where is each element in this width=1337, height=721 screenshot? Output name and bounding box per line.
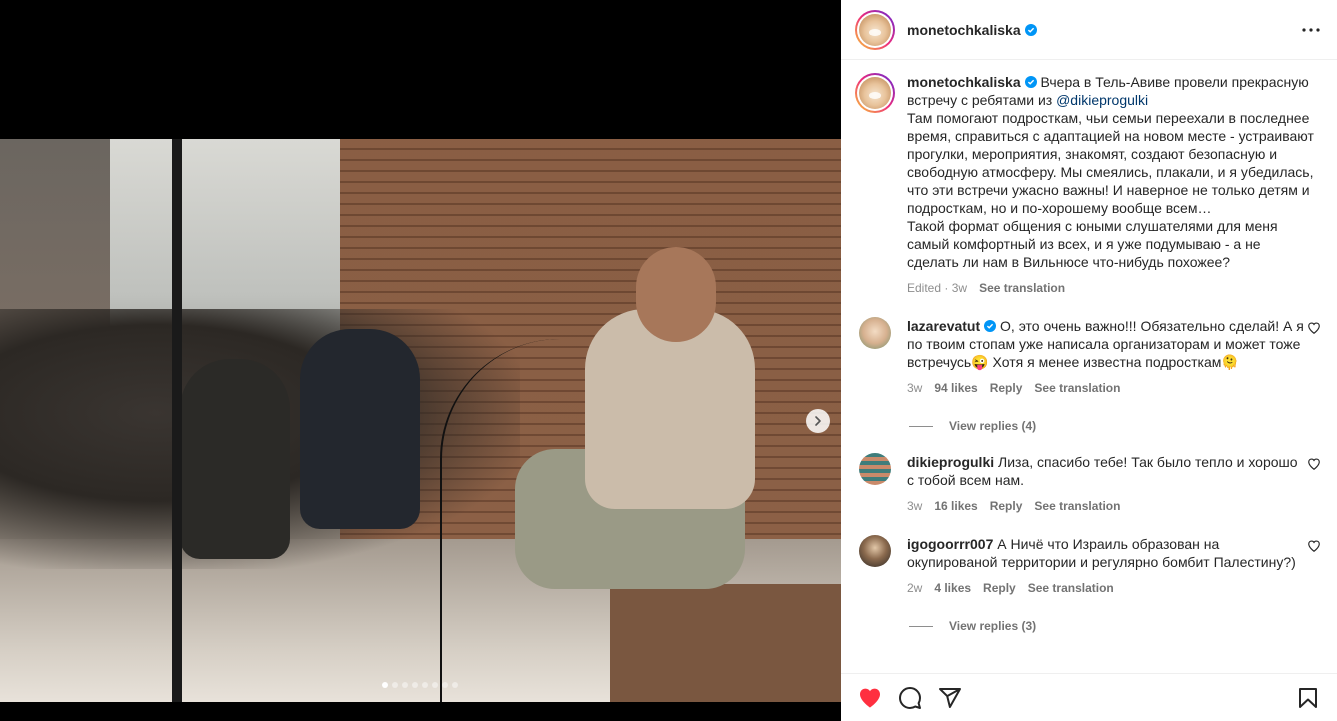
comment-body: dikieprogulki Лиза, спасибо тебе! Так бы…: [907, 453, 1307, 515]
author-avatar[interactable]: [855, 73, 895, 113]
carousel-dot: [422, 682, 428, 688]
carousel-dot: [432, 682, 438, 688]
view-replies-button[interactable]: View replies (3): [909, 619, 1321, 633]
photo-bench: [610, 584, 841, 702]
carousel-dot: [382, 682, 388, 688]
carousel-dot: [392, 682, 398, 688]
post-side-panel: monetochkaliska monetochkaliska Вчера в …: [841, 0, 1337, 721]
carousel-dot: [402, 682, 408, 688]
media-pane: [0, 0, 841, 721]
commenter-avatar[interactable]: [859, 317, 891, 349]
comment-item: igogoorrr007 А Ничё что Израиль образова…: [855, 535, 1321, 597]
caption-body: monetochkaliska Вчера в Тель-Авиве прове…: [907, 73, 1315, 297]
like-button[interactable]: [857, 685, 883, 711]
comment-body: lazarevatut О, это очень важно!!! Обязат…: [907, 317, 1307, 397]
comment-meta: 3w 94 likes Reply See translation: [907, 379, 1307, 397]
comment-likes[interactable]: 4 likes: [934, 579, 971, 597]
share-button[interactable]: [937, 685, 963, 711]
comment-age[interactable]: 2w: [907, 579, 922, 597]
comment-button[interactable]: [897, 685, 923, 711]
commenter-avatar[interactable]: [859, 535, 891, 567]
comment-username[interactable]: lazarevatut: [907, 318, 980, 334]
like-comment-heart-icon[interactable]: [1307, 539, 1321, 553]
comment-icon: [899, 686, 921, 709]
chevron-right-icon: [815, 416, 821, 426]
heart-icon: [860, 688, 880, 707]
photo-person: [300, 329, 420, 529]
reply-button[interactable]: Reply: [990, 379, 1023, 397]
carousel-dot: [452, 682, 458, 688]
commenter-avatar[interactable]: [859, 453, 891, 485]
view-replies-label: View replies (3): [949, 619, 1037, 633]
photo-mic-stand: [172, 139, 182, 702]
caption-text: Там помогают подросткам, чьи семьи перее…: [907, 110, 1314, 216]
verified-badge-icon: [984, 320, 997, 332]
like-comment-heart-icon[interactable]: [1307, 321, 1321, 335]
meta-separator: ·: [944, 281, 949, 295]
carousel-dot: [412, 682, 418, 688]
comment-meta: 2w 4 likes Reply See translation: [907, 579, 1307, 597]
post-photo[interactable]: [0, 139, 841, 702]
comment-body: igogoorrr007 А Ничё что Израиль образова…: [907, 535, 1307, 597]
post-actions-bar: [841, 673, 1337, 721]
caption-username[interactable]: monetochkaliska: [907, 74, 1021, 90]
caption-meta: Edited · 3w See translation: [907, 279, 1315, 297]
comments-list[interactable]: monetochkaliska Вчера в Тель-Авиве прове…: [841, 61, 1337, 673]
post-header: monetochkaliska: [841, 0, 1337, 60]
comment-age[interactable]: 3w: [907, 379, 922, 397]
comment-likes[interactable]: 94 likes: [934, 379, 977, 397]
comment-username[interactable]: dikieprogulki: [907, 454, 994, 470]
comment-meta: 3w 16 likes Reply See translation: [907, 497, 1307, 515]
author-avatar[interactable]: [855, 9, 895, 50]
reply-button[interactable]: Reply: [990, 497, 1023, 515]
post-caption: monetochkaliska Вчера в Тель-Авиве прове…: [855, 61, 1321, 297]
next-slide-button[interactable]: [806, 409, 830, 433]
verified-badge-icon: [1024, 23, 1037, 36]
replies-divider: [909, 425, 933, 427]
see-translation-link[interactable]: See translation: [1028, 579, 1114, 597]
share-icon: [939, 687, 961, 708]
carousel-dot: [442, 682, 448, 688]
caption-text: Такой формат общения с юными слушателями…: [907, 218, 1278, 270]
photo-singer-head: [636, 247, 716, 342]
comment-item: lazarevatut О, это очень важно!!! Обязат…: [855, 317, 1321, 397]
caption-mention[interactable]: @dikieprogulki: [1056, 92, 1148, 108]
photo-person: [180, 359, 290, 559]
see-translation-link[interactable]: See translation: [979, 279, 1065, 297]
comment-age[interactable]: 3w: [907, 497, 922, 515]
comment-likes[interactable]: 16 likes: [934, 497, 977, 515]
comment-item: dikieprogulki Лиза, спасибо тебе! Так бы…: [855, 453, 1321, 515]
reply-button[interactable]: Reply: [983, 579, 1016, 597]
edited-label: Edited: [907, 281, 942, 295]
more-options-button[interactable]: [1299, 18, 1323, 42]
like-comment-heart-icon[interactable]: [1307, 457, 1321, 471]
replies-divider: [909, 625, 933, 627]
post-age[interactable]: 3w: [952, 281, 967, 295]
photo-mic-cable: [440, 339, 610, 702]
view-replies-button[interactable]: View replies (4): [909, 419, 1321, 433]
see-translation-link[interactable]: See translation: [1034, 379, 1120, 397]
author-username[interactable]: monetochkaliska: [907, 22, 1037, 38]
bookmark-icon: [1299, 687, 1317, 708]
save-button[interactable]: [1295, 685, 1321, 711]
verified-badge-icon: [1024, 76, 1037, 88]
carousel-dots: [382, 682, 458, 688]
see-translation-link[interactable]: See translation: [1034, 497, 1120, 515]
view-replies-label: View replies (4): [949, 419, 1037, 433]
more-horizontal-icon: [1302, 27, 1320, 32]
comment-username[interactable]: igogoorrr007: [907, 536, 993, 552]
